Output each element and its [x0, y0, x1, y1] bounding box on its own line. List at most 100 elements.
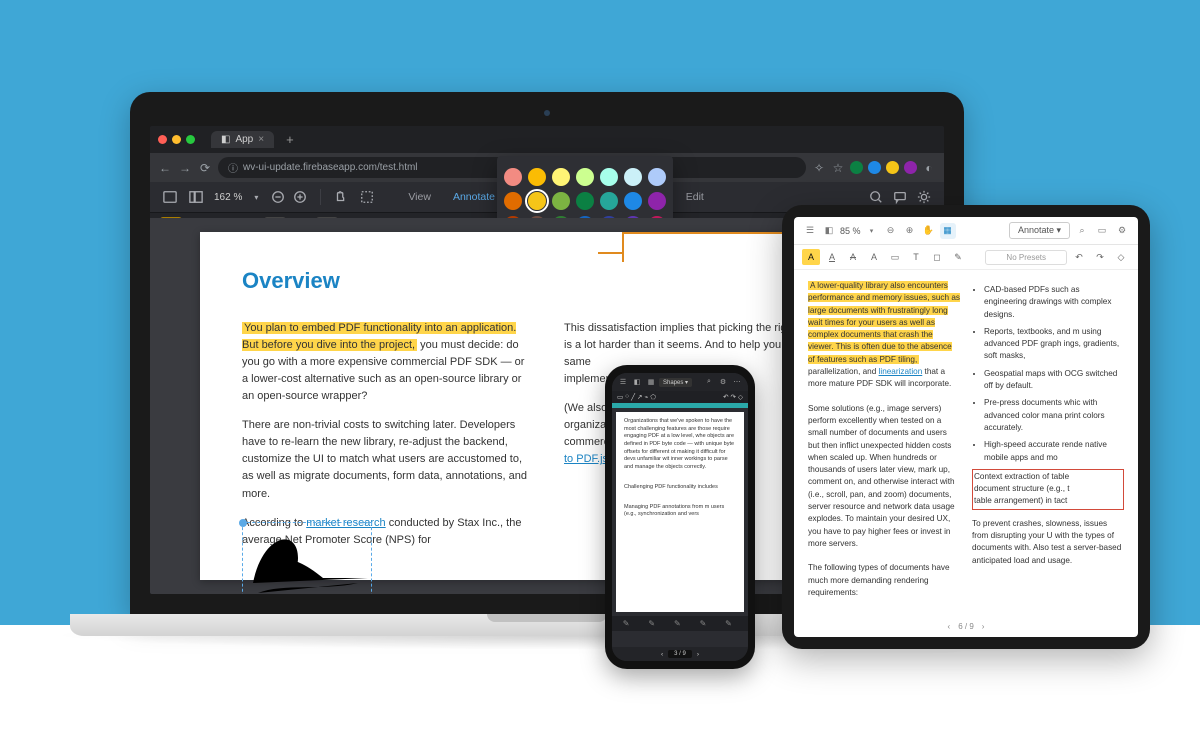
color-swatch[interactable] — [600, 192, 618, 210]
color-swatch[interactable] — [552, 168, 570, 186]
zoom-out-button[interactable] — [268, 187, 288, 207]
phone-document[interactable]: Organizations that we've spoken to have … — [616, 412, 744, 612]
page-indicator[interactable]: 6 / 9 — [958, 622, 974, 631]
page-indicator[interactable]: 3 / 9 — [668, 650, 692, 658]
pen-preset[interactable]: ✎ — [648, 619, 660, 628]
color-swatch[interactable] — [600, 168, 618, 186]
tab-view[interactable]: View — [397, 187, 442, 207]
undo-button[interactable]: ↶ — [723, 393, 728, 401]
redo-button[interactable]: ↷ — [1091, 249, 1109, 265]
pan-tool-icon[interactable] — [331, 187, 351, 207]
pen-preset[interactable]: ✎ — [674, 619, 686, 628]
line-tool[interactable]: ╱ — [631, 393, 635, 401]
color-swatch[interactable] — [528, 192, 546, 210]
color-swatch[interactable] — [648, 168, 666, 186]
color-swatch[interactable] — [648, 192, 666, 210]
extension-icon[interactable] — [868, 161, 881, 174]
zoom-out-button[interactable]: ⊖ — [883, 223, 899, 239]
prev-page-button[interactable]: ‹ — [661, 651, 663, 658]
bookmark-icon[interactable]: ☆ — [831, 161, 845, 175]
search-icon[interactable]: ⌕ — [703, 376, 715, 388]
profile-icon[interactable]: ◐ — [922, 161, 936, 175]
undo-button[interactable]: ↶ — [1070, 249, 1088, 265]
forward-button[interactable]: → — [178, 161, 192, 175]
circle-tool[interactable]: ○ — [625, 393, 629, 401]
sidebar-toggle-icon[interactable] — [186, 187, 206, 207]
pen-preset[interactable]: ✎ — [623, 619, 635, 628]
sticky-tool[interactable]: ◻ — [928, 249, 946, 265]
settings-icon[interactable]: ⚙ — [717, 376, 729, 388]
settings-icon[interactable] — [914, 187, 934, 207]
preset-dropdown[interactable]: No Presets — [985, 250, 1067, 265]
inline-link[interactable]: to PDF.js — [564, 453, 608, 465]
color-swatch[interactable] — [576, 168, 594, 186]
select-tool-icon[interactable]: ▦ — [940, 223, 956, 239]
minimize-window[interactable] — [172, 135, 181, 144]
extension-icon[interactable] — [904, 161, 917, 174]
tab-edit[interactable]: Edit — [675, 187, 715, 207]
color-swatch[interactable] — [552, 192, 570, 210]
signature-annotation[interactable] — [242, 522, 372, 594]
zoom-in-button[interactable] — [290, 187, 310, 207]
back-button[interactable]: ← — [158, 161, 172, 175]
arrow-tool[interactable]: ↗ — [637, 393, 642, 401]
mode-dropdown[interactable]: Annotate ▾ — [1009, 222, 1070, 239]
search-icon[interactable]: ⌕ — [1074, 223, 1090, 239]
pen-preset[interactable]: ✎ — [700, 619, 712, 628]
menu-icon[interactable]: ☰ — [802, 223, 818, 239]
select-tool-icon[interactable] — [357, 187, 377, 207]
note-tool[interactable]: ▭ — [886, 249, 904, 265]
squiggly-tool[interactable]: A — [865, 249, 883, 265]
reload-button[interactable]: ⟳ — [198, 161, 212, 175]
more-icon[interactable]: ⋯ — [731, 376, 743, 388]
strikethrough-tool[interactable]: A — [844, 249, 862, 265]
settings-icon[interactable]: ⚙ — [1114, 223, 1130, 239]
menu-icon[interactable] — [160, 187, 180, 207]
highlight-tool[interactable]: A — [802, 249, 820, 265]
redo-button[interactable]: ↷ — [731, 393, 736, 401]
rect-tool[interactable]: ▭ — [617, 393, 623, 401]
color-swatch[interactable] — [576, 192, 594, 210]
maximize-window[interactable] — [186, 135, 195, 144]
new-tab-button[interactable]: + — [280, 130, 300, 149]
zoom-value[interactable]: 162 % — [212, 192, 244, 203]
pen-preset[interactable]: ✎ — [725, 619, 737, 628]
underline-tool[interactable]: A — [823, 249, 841, 265]
extension-icon[interactable] — [850, 161, 863, 174]
pan-tool-icon[interactable]: ✋ — [921, 223, 937, 239]
color-swatch[interactable] — [624, 168, 642, 186]
share-icon[interactable]: ✧ — [812, 161, 826, 175]
prev-page-button[interactable]: ‹ — [948, 622, 951, 631]
pen-tool[interactable]: ✎ — [949, 249, 967, 265]
color-swatch[interactable] — [504, 192, 522, 210]
comments-icon[interactable]: ▭ — [1094, 223, 1110, 239]
next-page-button[interactable]: › — [697, 651, 699, 658]
comments-panel-icon[interactable] — [890, 187, 910, 207]
site-info-icon[interactable]: ⓘ — [228, 160, 238, 175]
close-window[interactable] — [158, 135, 167, 144]
color-swatch[interactable] — [528, 168, 546, 186]
zoom-value[interactable]: 85 % — [840, 226, 861, 236]
sidebar-icon[interactable]: ◧ — [631, 376, 643, 388]
inline-link[interactable]: linearization — [879, 367, 923, 376]
color-swatch[interactable] — [624, 192, 642, 210]
polyline-tool[interactable]: ⌁ — [644, 393, 648, 401]
extension-icon[interactable] — [886, 161, 899, 174]
tablet-document[interactable]: A lower-quality library also encounters … — [794, 270, 1138, 610]
browser-tab[interactable]: ◧ App × — [211, 131, 274, 148]
sidebar-icon[interactable]: ◧ — [821, 223, 837, 239]
color-swatch[interactable] — [504, 168, 522, 186]
view-icon[interactable]: ▦ — [645, 376, 657, 388]
polygon-tool[interactable]: ⬠ — [650, 393, 656, 401]
freetext-tool[interactable]: T — [907, 249, 925, 265]
eraser-tool[interactable]: ◇ — [1112, 249, 1130, 265]
window-controls[interactable] — [158, 135, 195, 144]
highlighted-text[interactable]: A lower-quality library also encounters … — [808, 281, 960, 364]
chevron-down-icon[interactable]: ▾ — [246, 187, 266, 207]
next-page-button[interactable]: › — [982, 622, 985, 631]
mode-dropdown[interactable]: Shapes ▾ — [659, 378, 692, 387]
menu-icon[interactable]: ☰ — [617, 376, 629, 388]
search-icon[interactable] — [866, 187, 886, 207]
zoom-in-button[interactable]: ⊕ — [902, 223, 918, 239]
rectangle-annotation[interactable]: Context extraction of table document str… — [972, 469, 1124, 510]
